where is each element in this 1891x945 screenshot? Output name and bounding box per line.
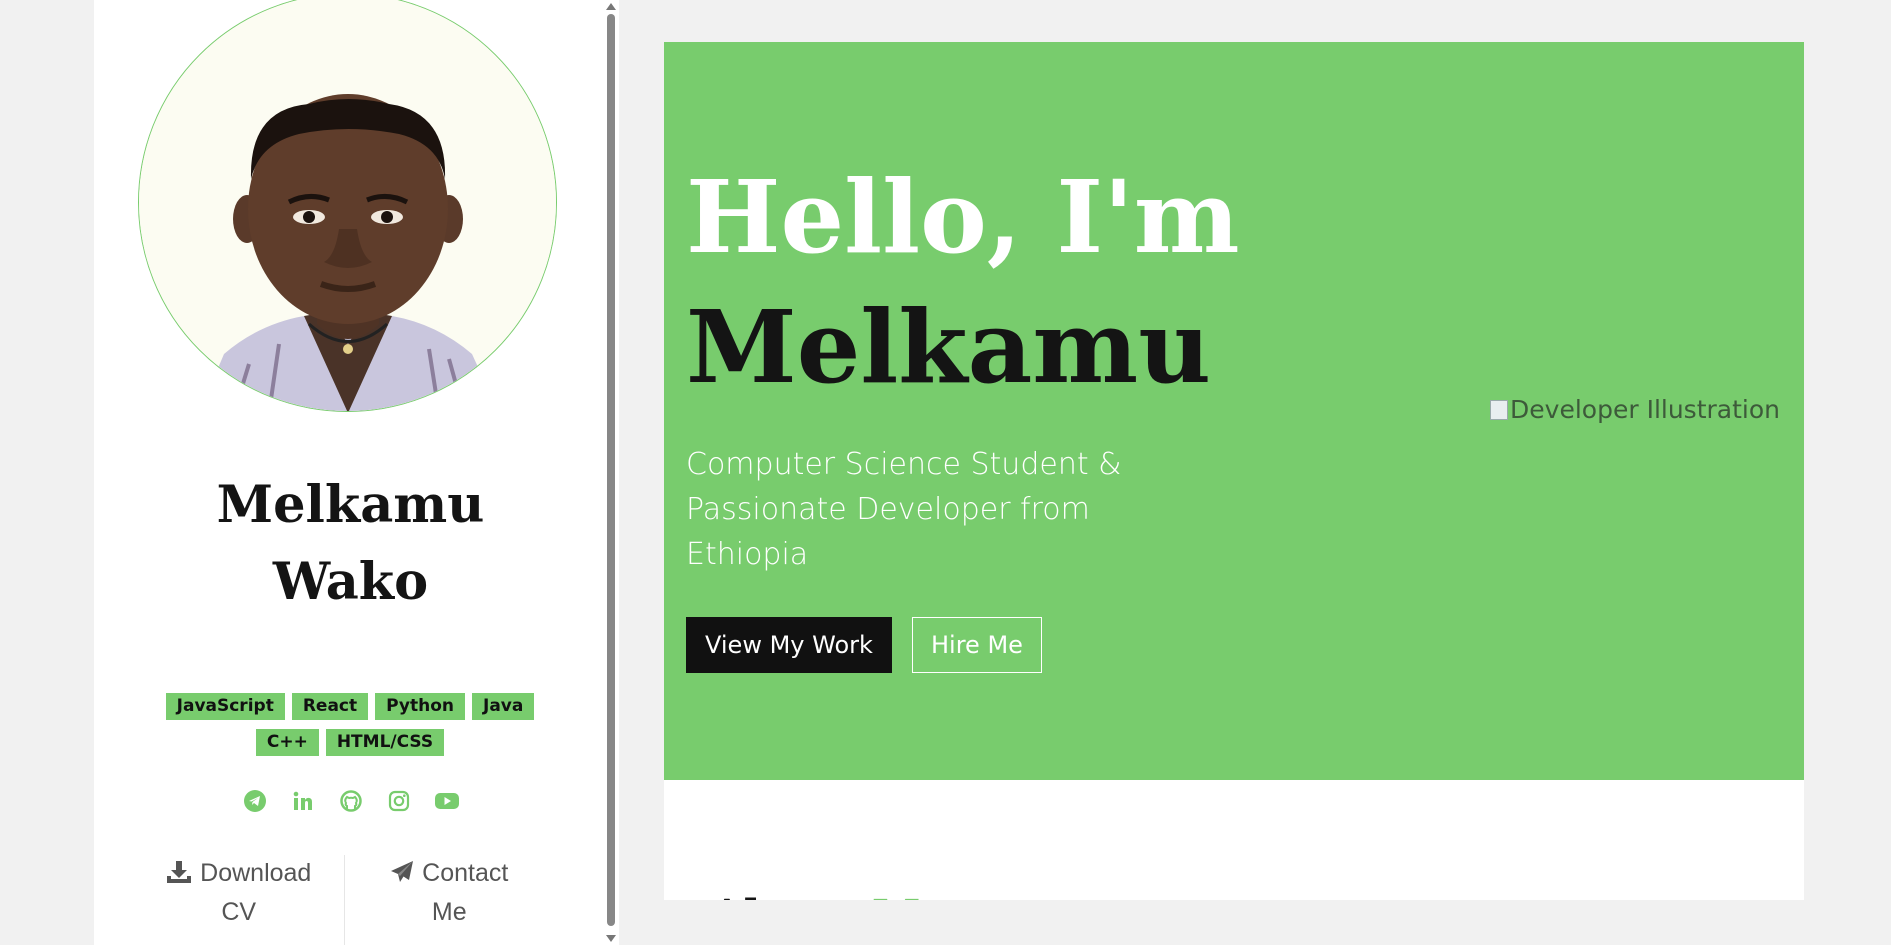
profile-photo (138, 0, 557, 412)
hire-me-button[interactable]: Hire Me (912, 617, 1042, 673)
skill-tag: C++ (255, 729, 319, 756)
hero-section: Hello, I'm Melkamu Computer Science Stud… (664, 42, 1804, 780)
broken-image-icon (1490, 400, 1509, 420)
linkedin-icon[interactable] (290, 788, 316, 814)
profile-first-name: Melkamu (216, 475, 485, 535)
skill-tag: Java (472, 693, 535, 720)
main-content: Hello, I'm Melkamu Computer Science Stud… (664, 42, 1804, 900)
sidebar-scrollbar[interactable] (603, 0, 619, 945)
youtube-icon[interactable] (434, 788, 460, 814)
social-links (94, 788, 607, 814)
hero-greeting: Hello, I'm (686, 158, 1240, 276)
skill-tag: Python (375, 693, 465, 720)
developer-illustration-image: Developer Illustration (1490, 395, 1780, 424)
developer-illustration-alt: Developer Illustration (1510, 395, 1780, 424)
contact-me-label-line2: Me (431, 898, 467, 926)
profile-last-name: Wako (272, 551, 429, 612)
hero-name: Melkamu (686, 288, 1211, 406)
contact-me-button[interactable]: Contact Me (345, 855, 555, 945)
sidebar-actions: Download CV Contact Me (134, 855, 554, 945)
person-portrait-illustration (139, 0, 556, 411)
download-cv-button[interactable]: Download CV (134, 855, 344, 945)
scroll-down-arrow-icon[interactable] (606, 935, 616, 942)
hero-tagline: Computer Science Student & Passionate De… (686, 447, 1122, 572)
skill-tag: React (291, 693, 369, 720)
github-icon[interactable] (338, 788, 364, 814)
skills-list: JavaScript React Python Java C++ HTML/CS… (150, 693, 550, 756)
profile-sidebar: Melkamu Wako JavaScript React Python Jav… (94, 0, 607, 945)
scroll-up-arrow-icon[interactable] (606, 3, 616, 10)
about-title-word: About (710, 891, 857, 900)
paper-plane-icon (390, 858, 414, 894)
contact-me-label-line1: Contact (422, 859, 509, 887)
skill-tag: JavaScript (165, 693, 285, 720)
profile-name: Melkamu Wako (94, 467, 607, 620)
telegram-icon[interactable] (242, 788, 268, 814)
download-icon (166, 858, 192, 894)
instagram-icon[interactable] (386, 788, 412, 814)
skill-tag: HTML/CSS (325, 729, 445, 756)
scrollbar-thumb[interactable] (607, 14, 615, 926)
download-cv-label-line1: Download (200, 859, 312, 887)
about-section-title: About Me (710, 887, 949, 900)
about-title-accent: Me (872, 891, 949, 900)
download-cv-label-line2: CV (221, 898, 257, 926)
view-my-work-button[interactable]: View My Work (686, 617, 892, 673)
